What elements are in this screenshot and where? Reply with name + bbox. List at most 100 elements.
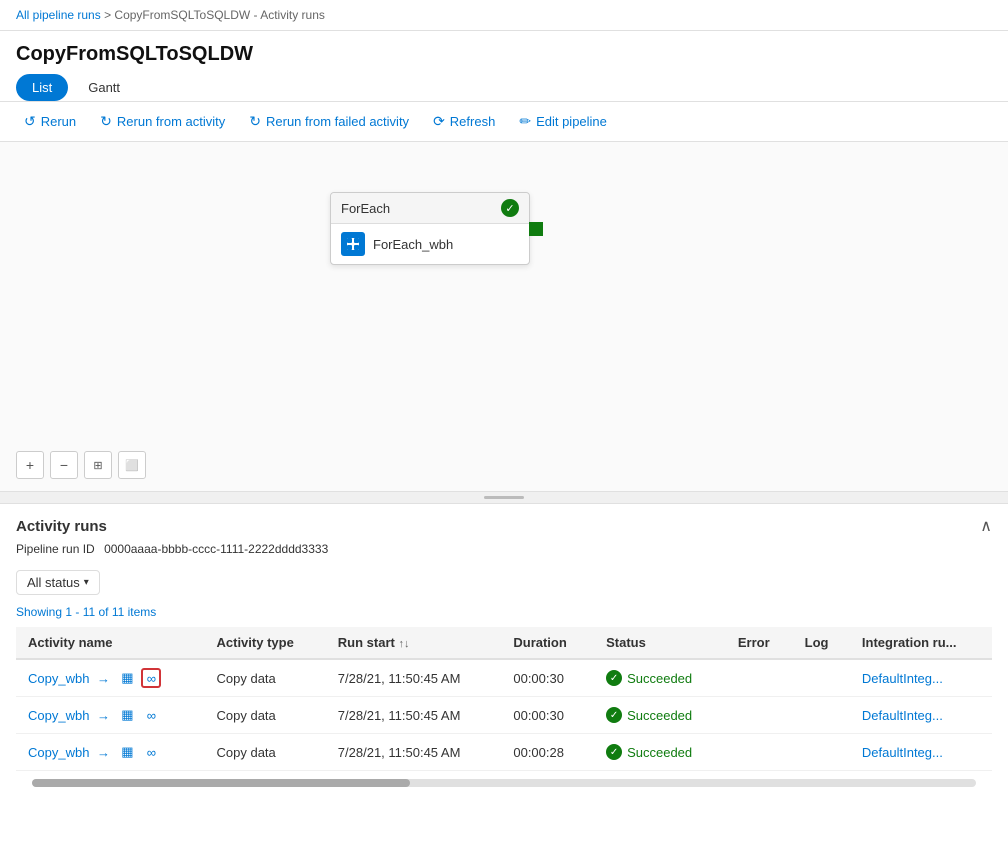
foreach-body: ForEach_wbh xyxy=(331,224,529,264)
activity-page-icon[interactable]: ▦ xyxy=(117,705,137,725)
activity-link-icon[interactable]: ∞ xyxy=(141,742,161,762)
edit-pipeline-label: Edit pipeline xyxy=(536,114,607,129)
fit-view-button[interactable]: ⊞ xyxy=(84,451,112,479)
col-header-error: Error xyxy=(726,627,793,659)
rerun-button[interactable]: ↺ Rerun xyxy=(12,108,88,135)
activity-name-link[interactable]: Copy_wbh xyxy=(28,708,89,723)
rerun-icon: ↺ xyxy=(24,113,36,130)
tab-list[interactable]: List xyxy=(16,74,68,101)
status-dot: ✓ xyxy=(606,707,622,723)
tabs-bar: List Gantt xyxy=(0,74,1008,102)
activity-navigate-icon[interactable]: → xyxy=(93,742,113,762)
status-filter-label: All status xyxy=(27,575,80,590)
refresh-icon: ⟳ xyxy=(433,113,445,130)
table-header-row: Activity name Activity type Run start ↑↓… xyxy=(16,627,992,659)
duration-cell: 00:00:30 xyxy=(501,659,594,697)
status-filter-dropdown[interactable]: All status ▾ xyxy=(16,570,100,595)
activity-type-cell: Copy data xyxy=(205,734,326,771)
status-cell: ✓ Succeeded xyxy=(594,659,726,697)
activity-runs-table: Activity name Activity type Run start ↑↓… xyxy=(16,627,992,771)
col-header-activity-type: Activity type xyxy=(205,627,326,659)
status-dot: ✓ xyxy=(606,744,622,760)
tab-gantt[interactable]: Gantt xyxy=(72,74,136,101)
activity-name-cell: Copy_wbh →▦∞ xyxy=(16,697,205,734)
status-dot: ✓ xyxy=(606,670,622,686)
pipeline-run-id: Pipeline run ID 0000aaaa-bbbb-cccc-1111-… xyxy=(16,542,992,564)
status-text: Succeeded xyxy=(627,671,692,686)
breadcrumb-link[interactable]: All pipeline runs xyxy=(16,8,101,22)
activity-type-cell: Copy data xyxy=(205,697,326,734)
canvas-controls: + − ⊞ ⬜ xyxy=(16,451,146,479)
error-cell xyxy=(726,659,793,697)
breadcrumb-current: CopyFromSQLToSQLDW - Activity runs xyxy=(114,8,325,22)
status-cell: ✓ Succeeded xyxy=(594,734,726,771)
run-start-cell: 7/28/21, 11:50:45 AM xyxy=(326,697,502,734)
status-filter-chevron: ▾ xyxy=(84,577,89,588)
section-header: Activity runs ∧ xyxy=(16,504,992,542)
table-row: Copy_wbh →▦∞ Copy data7/28/21, 11:50:45 AM… xyxy=(16,734,992,771)
activity-name-link[interactable]: Copy_wbh xyxy=(28,745,89,760)
rerun-from-failed-icon: ↻ xyxy=(249,113,261,130)
edit-pipeline-button[interactable]: ✏ Edit pipeline xyxy=(507,108,619,135)
scrollbar-thumb[interactable] xyxy=(32,779,410,787)
status-cell: ✓ Succeeded xyxy=(594,697,726,734)
resize-handle[interactable] xyxy=(0,492,1008,504)
activity-type-cell: Copy data xyxy=(205,659,326,697)
activity-navigate-icon[interactable]: → xyxy=(93,705,113,725)
horizontal-scrollbar[interactable] xyxy=(0,771,1008,787)
table-row: Copy_wbh →▦∞ Copy data7/28/21, 11:50:45 AM… xyxy=(16,697,992,734)
resize-line xyxy=(484,496,524,499)
rerun-label: Rerun xyxy=(41,114,76,129)
edit-pipeline-icon: ✏ xyxy=(519,113,531,130)
breadcrumb-separator: > xyxy=(104,8,114,22)
error-cell xyxy=(726,697,793,734)
foreach-activity-label: ForEach_wbh xyxy=(373,237,453,252)
collapse-button[interactable]: ∧ xyxy=(980,516,992,536)
col-header-duration: Duration xyxy=(501,627,594,659)
integration-runtime-cell: DefaultInteg... xyxy=(850,734,992,771)
filter-row: All status ▾ xyxy=(16,564,992,601)
activity-name-link[interactable]: Copy_wbh xyxy=(28,671,89,686)
rerun-from-failed-button[interactable]: ↻ Rerun from failed activity xyxy=(237,108,421,135)
zoom-in-button[interactable]: + xyxy=(16,451,44,479)
rerun-from-failed-label: Rerun from failed activity xyxy=(266,114,409,129)
foreach-activity-inner xyxy=(347,238,359,250)
activity-page-icon[interactable]: ▦ xyxy=(117,742,137,762)
activity-link-icon[interactable]: ∞ xyxy=(141,668,161,688)
run-start-cell: 7/28/21, 11:50:45 AM xyxy=(326,659,502,697)
col-header-log: Log xyxy=(793,627,850,659)
zoom-out-button[interactable]: − xyxy=(50,451,78,479)
foreach-header: ForEach ✓ xyxy=(331,193,529,224)
activity-navigate-icon[interactable]: → xyxy=(93,668,113,688)
canvas-area: ForEach ✓ ForEach_wbh + − ⊞ ⬜ xyxy=(0,142,1008,492)
status-text: Succeeded xyxy=(627,708,692,723)
pipeline-run-id-value: 0000aaaa-bbbb-cccc-1111-2222dddd3333 xyxy=(104,542,328,556)
run-start-cell: 7/28/21, 11:50:45 AM xyxy=(326,734,502,771)
foreach-activity-icon xyxy=(341,232,365,256)
sort-icon[interactable]: ↑↓ xyxy=(398,638,409,650)
activity-name-cell: Copy_wbh →▦∞ xyxy=(16,734,205,771)
activity-runs-title: Activity runs xyxy=(16,518,107,535)
log-cell xyxy=(793,659,850,697)
col-header-run-start: Run start ↑↓ xyxy=(326,627,502,659)
rerun-from-activity-icon: ↻ xyxy=(100,113,112,130)
log-cell xyxy=(793,734,850,771)
rerun-from-activity-label: Rerun from activity xyxy=(117,114,225,129)
activity-link-icon[interactable]: ∞ xyxy=(141,705,161,725)
foreach-box[interactable]: ForEach ✓ ForEach_wbh xyxy=(330,192,530,265)
error-cell xyxy=(726,734,793,771)
integration-runtime-cell: DefaultInteg... xyxy=(850,659,992,697)
activity-page-icon[interactable]: ▦ xyxy=(117,668,137,688)
rerun-from-activity-button[interactable]: ↻ Rerun from activity xyxy=(88,108,237,135)
actual-size-button[interactable]: ⬜ xyxy=(118,451,146,479)
breadcrumb: All pipeline runs > CopyFromSQLToSQLDW -… xyxy=(0,0,1008,31)
refresh-button[interactable]: ⟳ Refresh xyxy=(421,108,507,135)
refresh-label: Refresh xyxy=(450,114,496,129)
showing-count: Showing 1 - 11 of 11 items xyxy=(16,601,992,627)
toolbar: ↺ Rerun ↻ Rerun from activity ↻ Rerun fr… xyxy=(0,102,1008,142)
col-header-activity-name: Activity name xyxy=(16,627,205,659)
activity-name-cell: Copy_wbh →▦∞ xyxy=(16,659,205,697)
duration-cell: 00:00:28 xyxy=(501,734,594,771)
duration-cell: 00:00:30 xyxy=(501,697,594,734)
status-text: Succeeded xyxy=(627,745,692,760)
